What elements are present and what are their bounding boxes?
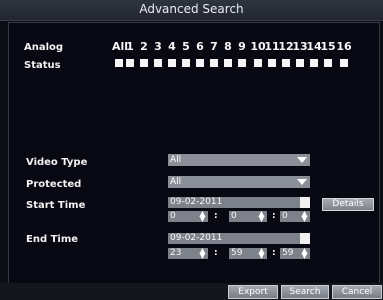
end-hour-value: 23 xyxy=(170,248,182,258)
end-second-value: 59 xyxy=(282,248,294,258)
start-date-field[interactable]: 09-02-2011 xyxy=(168,197,310,208)
channel-3-checkbox[interactable] xyxy=(154,59,162,67)
end-date-value: 09-02-2011 xyxy=(170,233,223,243)
start-second-value: 0 xyxy=(282,211,288,221)
start-time-label: Start Time xyxy=(26,200,86,211)
window-title: Advanced Search xyxy=(139,2,244,16)
channel-16-number: 16 xyxy=(336,40,352,53)
protected-select[interactable]: All xyxy=(168,176,310,188)
start-hour-spinner[interactable]: 0 ▲ ▼ xyxy=(168,210,208,223)
end-minute-spinner[interactable]: 59 ▲ ▼ xyxy=(229,247,267,260)
video-type-select[interactable]: All xyxy=(168,154,310,166)
channel-13-checkbox[interactable] xyxy=(296,59,304,67)
channel-15-checkbox[interactable] xyxy=(324,59,332,67)
start-date-value: 09-02-2011 xyxy=(170,197,223,207)
channel-all-checkbox[interactable] xyxy=(115,59,123,67)
channel-7-checkbox[interactable] xyxy=(210,59,218,67)
protected-value: All xyxy=(170,177,182,187)
channel-11-checkbox[interactable] xyxy=(268,59,276,67)
video-type-label: Video Type xyxy=(26,157,88,168)
details-button[interactable]: Details xyxy=(322,198,374,211)
end-minute-value: 59 xyxy=(231,248,243,258)
channel-10-checkbox[interactable] xyxy=(254,59,262,67)
calendar-icon[interactable] xyxy=(300,197,310,208)
protected-label: Protected xyxy=(26,179,82,190)
start-minute-value: 0 xyxy=(231,211,237,221)
chevron-down-icon xyxy=(297,179,307,185)
end-date-field[interactable]: 09-02-2011 xyxy=(168,233,310,244)
cancel-button[interactable]: Cancel xyxy=(332,285,382,299)
time-separator: : xyxy=(272,248,276,258)
channel-16-checkbox[interactable] xyxy=(340,59,348,67)
channel-12-checkbox[interactable] xyxy=(282,59,290,67)
spinner-arrows-icon[interactable]: ▲ ▼ xyxy=(257,247,266,260)
end-hour-spinner[interactable]: 23 ▲ ▼ xyxy=(168,247,208,260)
channel-9-checkbox[interactable] xyxy=(238,59,246,67)
status-label: Status xyxy=(24,60,61,71)
spinner-arrows-icon[interactable]: ▲ ▼ xyxy=(198,210,207,223)
channel-15-number: 15 xyxy=(320,40,336,53)
time-separator: : xyxy=(272,211,276,221)
end-time-label: End Time xyxy=(26,234,79,245)
channel-6-checkbox[interactable] xyxy=(196,59,204,67)
search-button[interactable]: Search xyxy=(281,285,329,299)
advanced-search-screen: Advanced Search Analog Status All 1 2 3 4 5 6 7… xyxy=(0,0,383,300)
spinner-arrows-icon[interactable]: ▲ ▼ xyxy=(257,210,266,223)
spinner-arrows-icon[interactable]: ▲ ▼ xyxy=(300,210,309,223)
start-hour-value: 0 xyxy=(170,211,176,221)
calendar-icon[interactable] xyxy=(300,233,310,244)
channel-2-checkbox[interactable] xyxy=(140,59,148,67)
channel-8-checkbox[interactable] xyxy=(224,59,232,67)
chevron-down-icon xyxy=(297,157,307,163)
channel-4-checkbox[interactable] xyxy=(168,59,176,67)
start-second-spinner[interactable]: 0 ▲ ▼ xyxy=(280,210,310,223)
channel-14-checkbox[interactable] xyxy=(310,59,318,67)
export-button[interactable]: Export xyxy=(228,285,278,299)
analog-label: Analog xyxy=(24,42,64,53)
time-separator: : xyxy=(214,211,218,221)
channel-9-number: 9 xyxy=(238,40,246,53)
title-bar: Advanced Search xyxy=(0,0,383,21)
video-type-value: All xyxy=(170,155,182,165)
spinner-arrows-icon[interactable]: ▲ ▼ xyxy=(198,247,207,260)
end-second-spinner[interactable]: 59 ▲ ▼ xyxy=(280,247,310,260)
start-minute-spinner[interactable]: 0 ▲ ▼ xyxy=(229,210,267,223)
channel-1-checkbox[interactable] xyxy=(126,59,134,67)
time-separator: : xyxy=(214,248,218,258)
spinner-arrows-icon[interactable]: ▲ ▼ xyxy=(300,247,309,260)
channel-5-checkbox[interactable] xyxy=(182,59,190,67)
